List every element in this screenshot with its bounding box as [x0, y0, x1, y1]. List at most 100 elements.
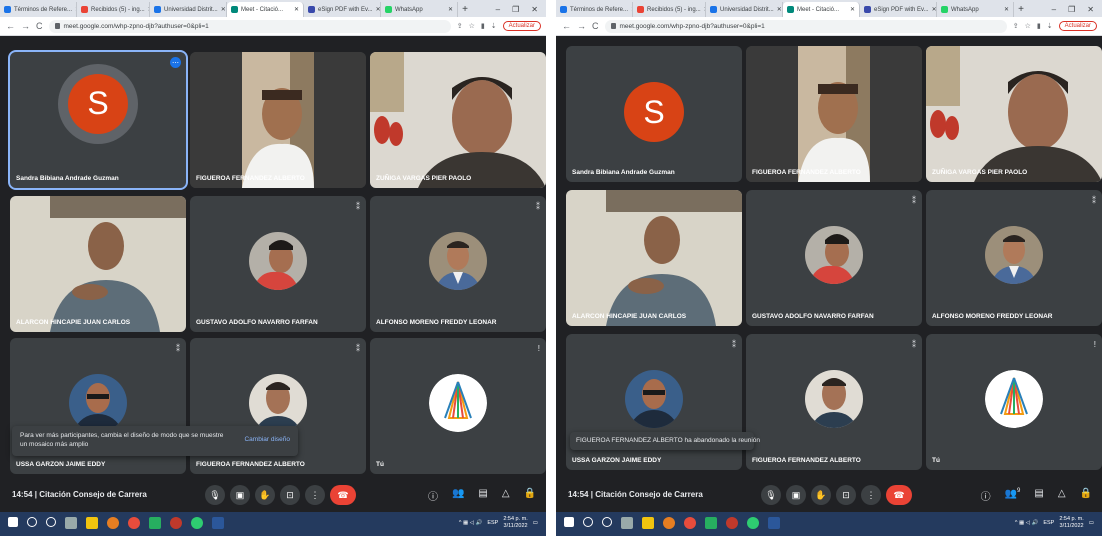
info-icon[interactable]: ⓘ: [981, 488, 991, 503]
close-tab-icon[interactable]: ✕: [777, 6, 782, 13]
chat-icon[interactable]: ▤: [478, 488, 487, 503]
star-icon[interactable]: ☆: [469, 22, 475, 30]
start-icon[interactable]: [564, 517, 574, 527]
restore-icon[interactable]: ❐: [512, 5, 519, 14]
sidebar-icon[interactable]: ▮: [1037, 22, 1041, 30]
tab-recibidos[interactable]: Recibidos (5) - ing...✕: [633, 2, 706, 17]
chrome-profile-icon[interactable]: [726, 517, 738, 529]
chrome-profile-icon[interactable]: [170, 517, 182, 529]
forward-icon[interactable]: →: [21, 21, 30, 31]
leave-call-button[interactable]: ☎: [886, 485, 912, 505]
mic-button[interactable]: 🎙: [761, 485, 781, 505]
activities-icon[interactable]: △: [1058, 488, 1066, 503]
chrome-icon[interactable]: [684, 517, 696, 529]
present-button[interactable]: ⊡: [836, 485, 856, 505]
tile-figueroa-2[interactable]: ⁑ FIGUEROA FERNANDEZ ALBERTO: [746, 334, 922, 470]
more-options-button[interactable]: ⋮: [305, 485, 325, 505]
notifications-icon[interactable]: ▭: [533, 520, 538, 526]
reload-icon[interactable]: C: [592, 21, 599, 31]
tab-esign[interactable]: eSign PDF with Ev... ✕: [304, 2, 381, 17]
chrome-icon[interactable]: [128, 517, 140, 529]
tab-whatsapp[interactable]: WhatsApp ✕: [381, 2, 458, 17]
tile-sandra[interactable]: S Sandra Bibiana Andrade Guzman: [566, 46, 742, 182]
file-explorer-icon[interactable]: [642, 517, 654, 529]
star-icon[interactable]: ☆: [1025, 22, 1031, 30]
tile-figueroa[interactable]: FIGUEROA FERNANDEZ ALBERTO: [746, 46, 922, 182]
word-icon[interactable]: [768, 517, 780, 529]
back-icon[interactable]: ←: [562, 21, 571, 31]
close-tab-icon[interactable]: ✕: [850, 6, 855, 13]
new-tab-icon[interactable]: +: [458, 2, 472, 17]
share-icon[interactable]: ⇪: [1013, 22, 1019, 30]
tile-self[interactable]: ! Tú: [370, 338, 546, 474]
clock[interactable]: 2:54 p. m. 3/11/2022: [503, 516, 527, 530]
close-tab-icon[interactable]: ✕: [294, 6, 299, 13]
tab-terminos[interactable]: Términos de Refere...✕: [556, 2, 633, 17]
task-view-icon[interactable]: [621, 517, 633, 529]
update-button[interactable]: Actualizar: [1058, 21, 1097, 31]
present-button[interactable]: ⊡: [280, 485, 300, 505]
tile-self[interactable]: ! Tú: [926, 334, 1102, 470]
tile-figueroa[interactable]: FIGUEROA FERNANDEZ ALBERTO: [190, 52, 366, 188]
tile-alarcon[interactable]: ALARCON HINCAPIE JUAN CARLOS: [10, 196, 186, 332]
tile-gustavo[interactable]: ⁑ GUSTAVO ADOLFO NAVARRO FARFAN: [746, 190, 922, 326]
minimize-icon[interactable]: –: [496, 5, 500, 14]
language-indicator[interactable]: ESP: [1043, 520, 1054, 526]
activities-icon[interactable]: △: [502, 488, 510, 503]
more-options-icon[interactable]: ⋯: [170, 57, 181, 68]
update-button[interactable]: Actualizar: [502, 21, 541, 31]
reload-icon[interactable]: C: [36, 21, 43, 31]
chrome-active-icon[interactable]: [191, 517, 203, 529]
tile-alfonso[interactable]: ⁑ ALFONSO MORENO FREDDY LEONAR: [370, 196, 546, 332]
camera-button[interactable]: ▣: [786, 485, 806, 505]
tile-sandra[interactable]: ⋯ S Sandra Bibiana Andrade Guzman: [8, 50, 188, 190]
tab-meet[interactable]: Meet - Citació... ✕: [227, 2, 304, 17]
more-options-button[interactable]: ⋮: [861, 485, 881, 505]
sidebar-icon[interactable]: ▮: [481, 22, 485, 30]
tab-terminos[interactable]: Términos de Refere...✕: [0, 2, 77, 17]
mic-button[interactable]: 🎙: [205, 485, 225, 505]
minimize-icon[interactable]: –: [1052, 5, 1056, 14]
info-icon[interactable]: ⓘ: [428, 488, 438, 503]
tab-universidad[interactable]: Universidad Distrit... ✕: [706, 2, 783, 17]
tile-alarcon[interactable]: ALARCON HINCAPIE JUAN CARLOS: [566, 190, 742, 326]
tile-zuniga[interactable]: ZUÑIGA VARGAS PIER PAOLO: [926, 46, 1102, 182]
search-icon[interactable]: [583, 517, 593, 527]
tab-universidad[interactable]: Universidad Distrit... ✕: [150, 2, 227, 17]
close-tab-icon[interactable]: ✕: [1004, 6, 1009, 13]
close-window-icon[interactable]: ✕: [1087, 5, 1094, 14]
back-icon[interactable]: ←: [6, 21, 15, 31]
chrome-active-icon[interactable]: [747, 517, 759, 529]
url-field[interactable]: meet.google.com/whp-zpno-djb?authuser=0&…: [604, 19, 1007, 33]
task-view-icon[interactable]: [65, 517, 77, 529]
word-icon[interactable]: [212, 517, 224, 529]
search-icon[interactable]: [27, 517, 37, 527]
language-indicator[interactable]: ESP: [487, 520, 498, 526]
tile-alfonso[interactable]: ⁑ ALFONSO MORENO FREDDY LEONAR: [926, 190, 1102, 326]
excel-icon[interactable]: [705, 517, 717, 529]
people-icon[interactable]: 👥9: [1005, 488, 1021, 503]
restore-icon[interactable]: ❐: [1068, 5, 1075, 14]
close-tab-icon[interactable]: ✕: [448, 6, 453, 13]
close-tab-icon[interactable]: ✕: [376, 6, 380, 13]
download-icon[interactable]: ⇣: [491, 22, 497, 30]
tray-icons[interactable]: ^ ▦ ◁ 🔊: [1015, 520, 1038, 526]
start-icon[interactable]: [8, 517, 18, 527]
excel-icon[interactable]: [149, 517, 161, 529]
firefox-icon[interactable]: [663, 517, 675, 529]
tab-whatsapp[interactable]: WhatsApp ✕: [937, 2, 1014, 17]
download-icon[interactable]: ⇣: [1047, 22, 1053, 30]
clock[interactable]: 2:54 p. m. 3/11/2022: [1059, 516, 1083, 530]
change-layout-button[interactable]: Cambiar diseño: [244, 436, 290, 443]
tray-icons[interactable]: ^ ▦ ◁ 🔊: [459, 520, 482, 526]
firefox-icon[interactable]: [107, 517, 119, 529]
close-tab-icon[interactable]: ✕: [221, 6, 226, 13]
forward-icon[interactable]: →: [577, 21, 586, 31]
people-icon[interactable]: 👥: [452, 488, 464, 503]
notifications-icon[interactable]: ▭: [1089, 520, 1094, 526]
cortana-icon[interactable]: [602, 517, 612, 527]
tile-gustavo[interactable]: ⁑ GUSTAVO ADOLFO NAVARRO FARFAN: [190, 196, 366, 332]
close-tab-icon[interactable]: ✕: [932, 6, 936, 13]
cortana-icon[interactable]: [46, 517, 56, 527]
new-tab-icon[interactable]: +: [1014, 2, 1028, 17]
